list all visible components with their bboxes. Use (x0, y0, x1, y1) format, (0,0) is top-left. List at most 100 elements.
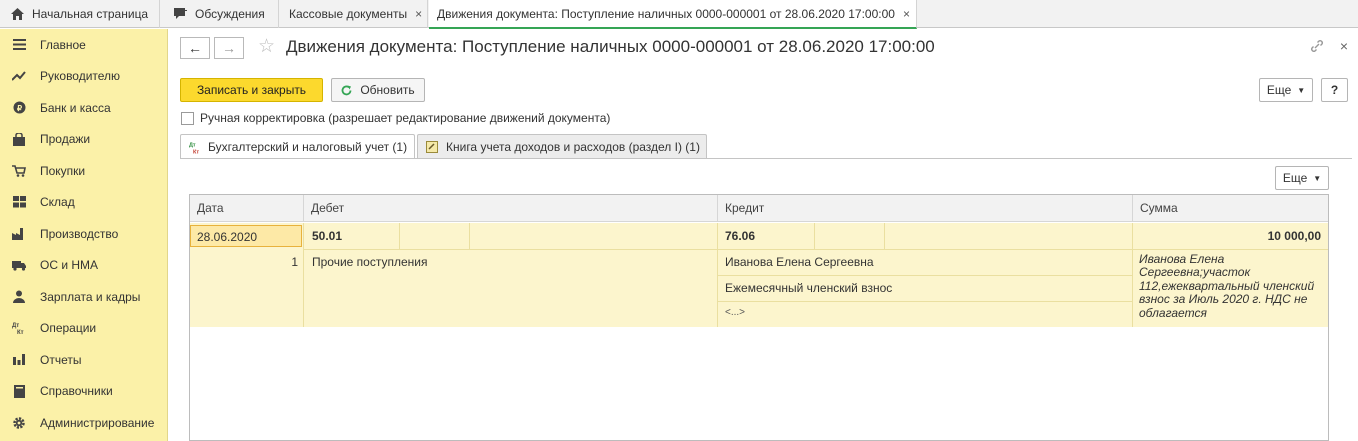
subcolumn-divider (814, 223, 815, 249)
tab-document-movements-label: Движения документа: Поступление наличных… (437, 6, 895, 21)
sidebar-item-administration[interactable]: Администрирование (0, 407, 168, 439)
sidebar-item-label: Руководителю (40, 69, 121, 84)
svg-text:Кт: Кт (17, 330, 24, 335)
column-divider (1132, 223, 1133, 327)
sidebar-item-label: Зарплата и кадры (40, 289, 141, 304)
tab-income-book[interactable]: Книга учета доходов и расходов (раздел I… (417, 134, 707, 158)
sidebar-item-purchases[interactable]: Покупки (0, 155, 168, 187)
tab-divider (180, 158, 1352, 159)
tab-document-movements-close-icon[interactable]: × (903, 7, 910, 21)
sidebar-item-label: Администрирование (40, 415, 155, 430)
credit-subconto-3: <...> (725, 307, 746, 318)
debit-subconto-1: Прочие поступления (312, 255, 428, 269)
coin-icon: ₽ (12, 101, 26, 115)
top-tab-bar: Начальная страница Обсуждения Кассовые д… (0, 0, 1358, 29)
sidebar-item-references[interactable]: Справочники (0, 376, 168, 408)
sidebar-item-main[interactable]: Главное (0, 29, 168, 61)
refresh-button-label: Обновить (360, 83, 415, 97)
column-header-amount[interactable]: Сумма (1133, 195, 1328, 222)
debit-account: 50.01 (312, 229, 343, 243)
warehouse-icon (12, 195, 26, 209)
tab-discussions[interactable]: Обсуждения (161, 0, 279, 28)
tab-cash-documents-close-icon[interactable]: × (415, 7, 422, 21)
table-more-button-label: Еще (1282, 171, 1308, 185)
more-button[interactable]: Еще ▼ (1259, 78, 1313, 102)
truck-icon (12, 258, 26, 272)
credit-subconto-1: Иванова Елена Сергеевна (725, 255, 874, 269)
sidebar-item-label: Операции (40, 321, 97, 336)
sidebar-item-salary[interactable]: Зарплата и кадры (0, 281, 168, 313)
gear-icon (12, 416, 26, 430)
svg-text:Дт: Дт (189, 142, 196, 148)
bar-chart-icon (12, 353, 26, 367)
credit-subconto-2: Ежемесячный членский взнос (725, 281, 893, 295)
row-divider (304, 249, 1328, 250)
column-divider (303, 223, 304, 327)
sidebar-item-label: Банк и касса (40, 100, 111, 115)
sidebar-item-label: Справочники (40, 384, 113, 399)
table-row[interactable]: 28.06.2020 1 50.01 Прочие поступления 76… (190, 223, 1328, 327)
back-button[interactable]: ← (180, 37, 210, 59)
sidebar-item-sales[interactable]: Продажи (0, 124, 168, 156)
subcolumn-divider (884, 223, 885, 249)
sidebar-item-fixed-assets[interactable]: ОС и НМА (0, 250, 168, 282)
sidebar-item-production[interactable]: Производство (0, 218, 168, 250)
forward-button[interactable]: → (214, 37, 244, 59)
subcolumn-divider (399, 223, 400, 249)
amount-cell: 10 000,00 (1267, 229, 1321, 243)
subcolumn-divider (469, 223, 470, 249)
sidebar-item-reports[interactable]: Отчеты (0, 344, 168, 376)
column-header-credit[interactable]: Кредит (718, 195, 1133, 222)
tab-home[interactable]: Начальная страница (0, 0, 160, 28)
cart-icon (12, 164, 26, 178)
sidebar-item-label: Отчеты (40, 352, 82, 367)
row-divider (718, 301, 1132, 302)
column-header-debit[interactable]: Дебет (304, 195, 718, 222)
more-button-label: Еще (1266, 83, 1292, 97)
dtkt-icon: Дт Кт (189, 141, 202, 154)
page-title: Движения документа: Поступление наличных… (286, 37, 935, 56)
close-icon[interactable]: × (1340, 38, 1348, 54)
sidebar-item-label: Продажи (40, 132, 91, 147)
refresh-icon (341, 85, 352, 96)
refresh-button[interactable]: Обновить (331, 78, 425, 102)
link-icon[interactable] (1310, 39, 1324, 56)
main-content: ← → ☆ Движения документа: Поступление на… (168, 29, 1358, 441)
manual-edit-checkbox[interactable] (181, 112, 194, 125)
table-more-button[interactable]: Еще ▼ (1275, 166, 1329, 190)
manual-edit-label: Ручная корректировка (разрешает редактир… (200, 111, 611, 125)
tab-cash-documents-label: Кассовые документы (289, 7, 408, 21)
sidebar-item-warehouse[interactable]: Склад (0, 187, 168, 219)
sidebar-item-manager[interactable]: Руководителю (0, 61, 168, 93)
tab-accounting[interactable]: Дт Кт Бухгалтерский и налоговый учет (1) (180, 134, 415, 159)
home-icon (10, 7, 24, 21)
tab-discussions-label: Обсуждения (195, 7, 265, 21)
movements-table: Дата Дебет Кредит Сумма 28.06.2020 1 50.… (189, 194, 1329, 441)
credit-account: 76.06 (725, 229, 756, 243)
book-ledger-icon (426, 140, 438, 153)
column-header-date[interactable]: Дата (190, 195, 304, 222)
save-and-close-button[interactable]: Записать и закрыть (180, 78, 323, 102)
tab-document-movements[interactable]: Движения документа: Поступление наличных… (429, 0, 917, 29)
content-cell: Иванова Елена Сергеевна;участок 112,ежек… (1139, 252, 1315, 320)
sidebar-item-label: Склад (40, 195, 75, 210)
sidebar-item-label: ОС и НМА (40, 258, 99, 273)
arrow-left-icon: ← (188, 40, 202, 56)
sidebar-item-operations[interactable]: Дт Кт Операции (0, 313, 168, 345)
tab-cash-documents[interactable]: Кассовые документы × (280, 0, 428, 28)
sidebar-item-bank[interactable]: ₽ Банк и касса (0, 92, 168, 124)
star-icon[interactable]: ☆ (258, 35, 275, 58)
trend-icon (12, 69, 26, 83)
dtkt-icon: Дт Кт (12, 321, 26, 335)
tab-accounting-label: Бухгалтерский и налоговый учет (1) (208, 140, 408, 154)
bag-icon (12, 132, 26, 146)
caret-down-icon: ▼ (1297, 85, 1306, 95)
menu-icon (12, 38, 26, 52)
line-number: 1 (291, 255, 298, 269)
tab-home-label: Начальная страница (32, 7, 149, 21)
sidebar-item-label: Покупки (40, 163, 86, 178)
date-cell[interactable]: 28.06.2020 (190, 225, 302, 247)
help-button[interactable]: ? (1321, 78, 1348, 102)
sidebar-item-label: Главное (40, 37, 86, 52)
factory-icon (12, 227, 26, 241)
